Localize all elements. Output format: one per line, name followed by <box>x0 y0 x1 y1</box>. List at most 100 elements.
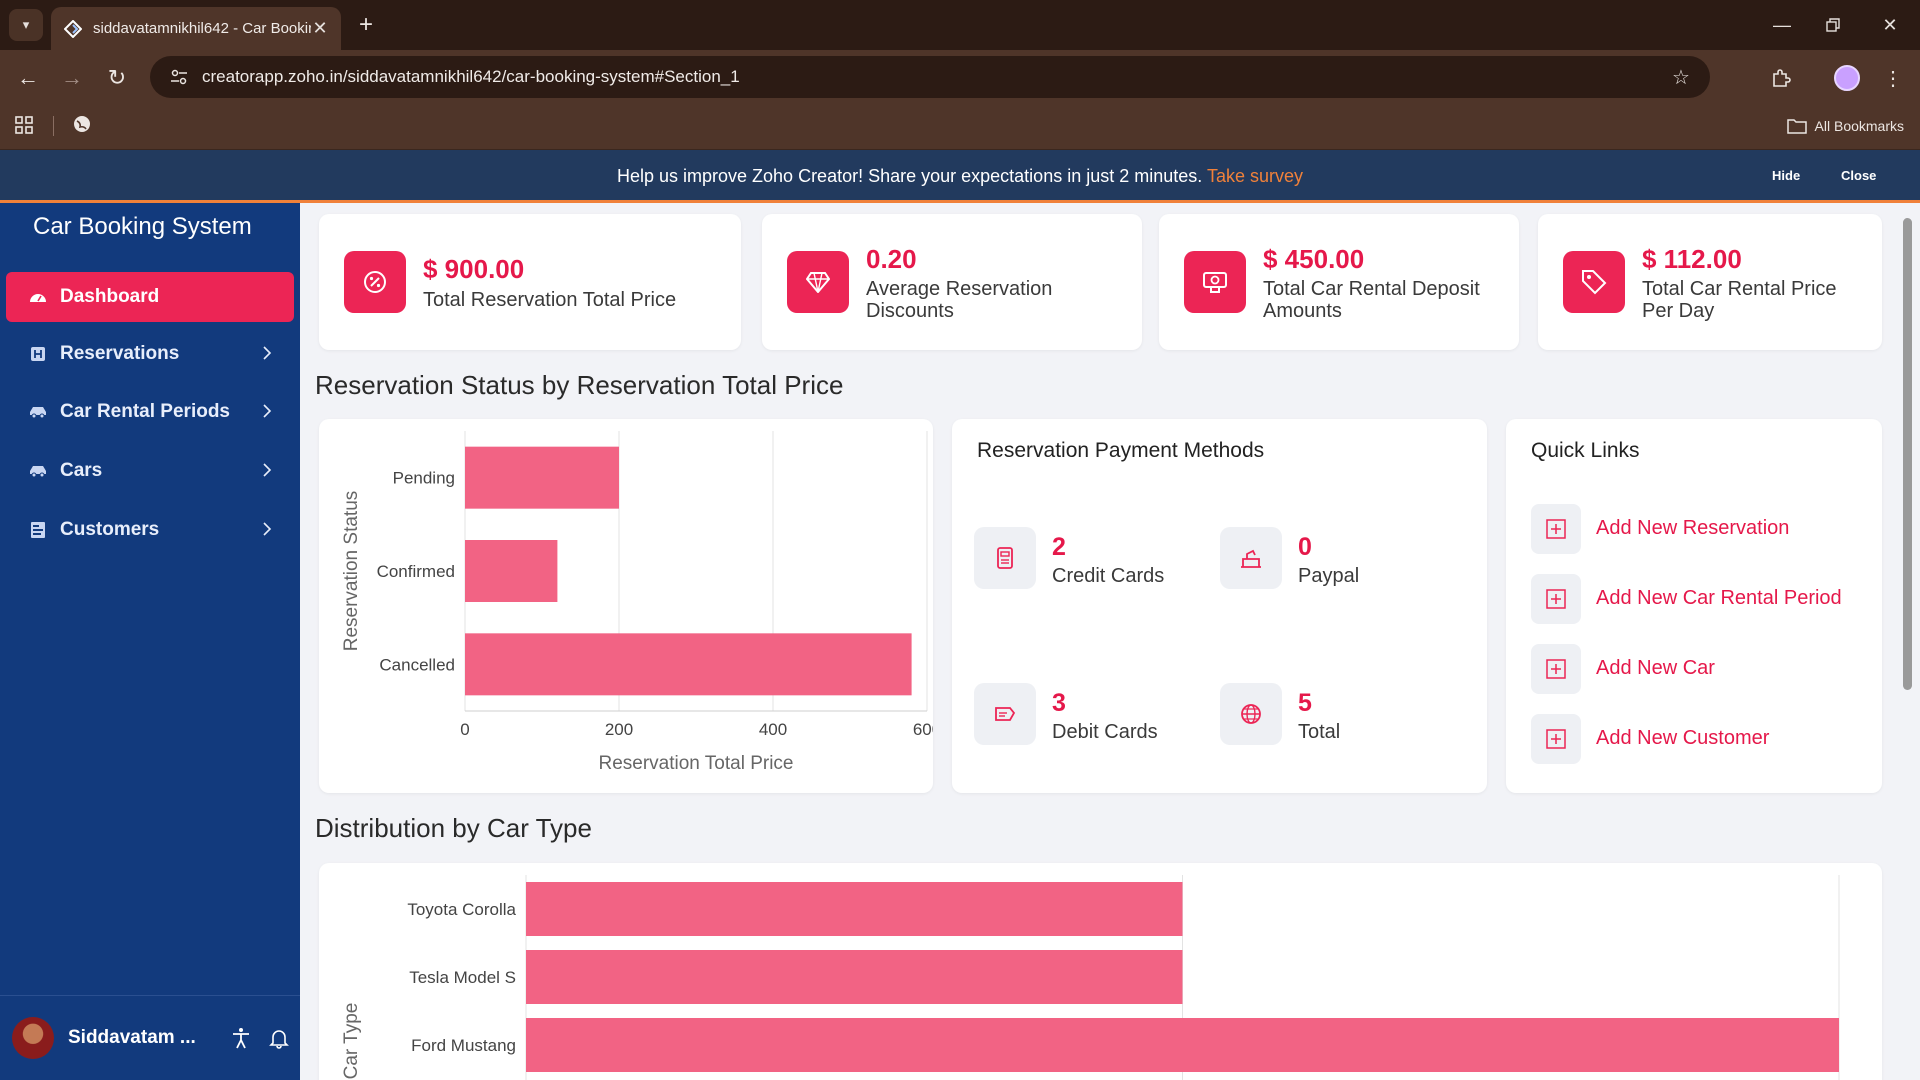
payment-method-value: 0 <box>1298 533 1312 561</box>
back-icon[interactable]: ← <box>12 62 44 94</box>
forward-icon[interactable]: → <box>56 62 88 94</box>
kpi-card-deposit-amounts: $ 450.00 Total Car Rental Deposit Amount… <box>1159 214 1519 350</box>
add-icon[interactable] <box>1531 714 1581 764</box>
reservation-status-bar-chart: 0 200 400 600 Pending Confirmed Cancelled Reser… <box>341 431 941 774</box>
globe-icon[interactable] <box>72 114 94 136</box>
chevron-right-icon <box>262 462 272 484</box>
car-type-bar-chart: Toyota Corolla Tesla Model S Ford Mustang C… <box>341 875 1840 1080</box>
reservation-status-chart-card: 0 200 400 600 Pending Confirmed Cancelled Reser… <box>319 419 941 793</box>
user-name[interactable]: Siddavatam ... <box>68 1027 218 1049</box>
bookmarks-divider <box>53 116 54 136</box>
add-new-car-link[interactable]: Add New Car <box>1596 657 1715 680</box>
payment-method-label: Total <box>1298 721 1341 743</box>
percent-icon <box>344 251 406 313</box>
bookmark-star-icon[interactable]: ☆ <box>1668 65 1694 90</box>
url-text: creatorapp.zoho.in/siddavatamnikhil642/c… <box>202 67 740 86</box>
sidebar-item-dashboard[interactable]: Dashboard <box>6 272 294 322</box>
x-tick-label: 200 <box>605 720 633 739</box>
apps-grid-icon[interactable] <box>14 115 36 137</box>
minimize-button[interactable]: — <box>1762 10 1802 40</box>
kpi-card-total-price: $ 900.00 Total Reservation Total Price <box>319 214 741 350</box>
dashboard-icon <box>28 287 48 307</box>
new-tab-button[interactable]: + <box>352 11 380 39</box>
kpi-card-average-discounts: 0.20 Average Reservation Discounts <box>762 214 1142 350</box>
all-bookmarks-label: All Bookmarks <box>1814 118 1904 134</box>
sidebar: Car Booking System Dashboard Reservation… <box>0 203 300 1080</box>
x-tick-label: 400 <box>759 720 787 739</box>
hide-button[interactable]: Hide <box>1772 168 1800 183</box>
y-tick-label: Cancelled <box>379 655 455 674</box>
payment-method-value: 3 <box>1052 689 1066 717</box>
bell-icon[interactable] <box>264 1023 294 1053</box>
kpi-label: Total Car Rental Price Per Day <box>1642 278 1837 322</box>
add-icon[interactable] <box>1531 504 1581 554</box>
sidebar-item-cars[interactable]: Cars <box>6 446 294 496</box>
bar-ford-mustang <box>526 1018 1839 1072</box>
kpi-label: Total Reservation Total Price <box>423 289 677 311</box>
add-new-reservation-link[interactable]: Add New Reservation <box>1596 517 1789 540</box>
accessibility-icon[interactable] <box>226 1023 256 1053</box>
y-axis-title: Car Type <box>341 1003 362 1080</box>
payment-method-label: Credit Cards <box>1052 565 1165 587</box>
chevron-right-icon <box>262 345 272 367</box>
sidebar-item-label: Reservations <box>60 343 180 364</box>
page-scrollbar[interactable] <box>1903 218 1912 690</box>
payment-method-value: 5 <box>1298 689 1312 717</box>
add-icon[interactable] <box>1531 644 1581 694</box>
paypal-icon <box>1220 527 1282 589</box>
menu-kebab-icon[interactable]: ⋮ <box>1878 63 1908 93</box>
reservation-icon <box>28 344 48 364</box>
y-tick-label: Toyota Corolla <box>407 900 516 919</box>
sidebar-item-customers[interactable]: Customers <box>6 505 294 555</box>
section-title-car-type: Distribution by Car Type <box>315 813 592 843</box>
survey-banner: Help us improve Zoho Creator! Share your… <box>0 150 1920 203</box>
close-icon[interactable]: ✕ <box>311 18 329 39</box>
y-tick-label: Ford Mustang <box>411 1036 516 1055</box>
money-icon <box>1184 251 1246 313</box>
profile-avatar[interactable] <box>1832 63 1862 93</box>
all-bookmarks-button[interactable]: All Bookmarks <box>1786 114 1904 138</box>
customers-icon <box>28 520 48 540</box>
extensions-icon[interactable] <box>1766 63 1796 93</box>
take-survey-link[interactable]: Take survey <box>1207 166 1303 186</box>
sidebar-item-label: Dashboard <box>60 286 160 307</box>
reload-icon[interactable]: ↻ <box>101 62 133 94</box>
kpi-card-rental-price-per-day: $ 112.00 Total Car Rental Price Per Day <box>1538 214 1882 350</box>
payment-methods-title: Reservation Payment Methods <box>977 439 1265 462</box>
bookmarks-bar <box>0 104 1920 150</box>
browser-toolbar: ← → ↻ creatorapp.zoho.in/siddavatamnikhi… <box>0 50 1920 104</box>
section-title-reservation-status: Reservation Status by Reservation Total … <box>315 370 844 400</box>
browser-tab-bar: ▾ siddavatamnikhil642 - Car Booking Syst… <box>0 0 1920 50</box>
dashboard-main: $ 900.00 Total Reservation Total Price 0… <box>300 203 1900 1080</box>
add-new-customer-link[interactable]: Add New Customer <box>1596 727 1769 750</box>
zoho-favicon-icon <box>63 19 83 39</box>
address-bar[interactable]: creatorapp.zoho.in/siddavatamnikhil642/c… <box>150 56 1710 98</box>
sidebar-item-reservations[interactable]: Reservations <box>6 329 294 379</box>
avatar[interactable] <box>12 1017 54 1059</box>
payment-methods-card: Reservation Payment Methods 2 Credit Car… <box>952 419 1487 793</box>
sidebar-item-label: Car Rental Periods <box>60 401 230 422</box>
debit-card-icon <box>974 683 1036 745</box>
tag-icon <box>1563 251 1625 313</box>
y-tick-label: Pending <box>393 469 455 488</box>
quick-links-title: Quick Links <box>1531 439 1640 462</box>
add-icon[interactable] <box>1531 574 1581 624</box>
tab-search-button[interactable]: ▾ <box>9 9 43 41</box>
bar-toyota-corolla <box>526 882 1183 936</box>
chevron-right-icon <box>262 403 272 425</box>
x-axis-title: Reservation Total Price <box>598 753 793 774</box>
sidebar-item-label: Customers <box>60 519 160 540</box>
kpi-value: 0.20 <box>866 244 917 274</box>
close-window-button[interactable]: ✕ <box>1870 10 1910 40</box>
car-type-chart-card: Toyota Corolla Tesla Model S Ford Mustang C… <box>319 863 1882 1080</box>
close-banner-button[interactable]: Close <box>1841 168 1876 183</box>
restore-button[interactable] <box>1813 10 1853 40</box>
add-new-car-rental-period-link[interactable]: Add New Car Rental Period <box>1596 587 1842 610</box>
survey-message: Help us improve Zoho Creator! Share your… <box>616 166 1203 186</box>
sidebar-item-car-rental-periods[interactable]: Car Rental Periods <box>6 387 294 437</box>
kpi-value: $ 450.00 <box>1263 244 1365 274</box>
site-settings-icon[interactable] <box>166 69 192 85</box>
payment-method-label: Paypal <box>1298 565 1360 587</box>
browser-tab[interactable]: siddavatamnikhil642 - Car Booking System… <box>51 7 341 50</box>
folder-icon <box>1786 118 1807 134</box>
